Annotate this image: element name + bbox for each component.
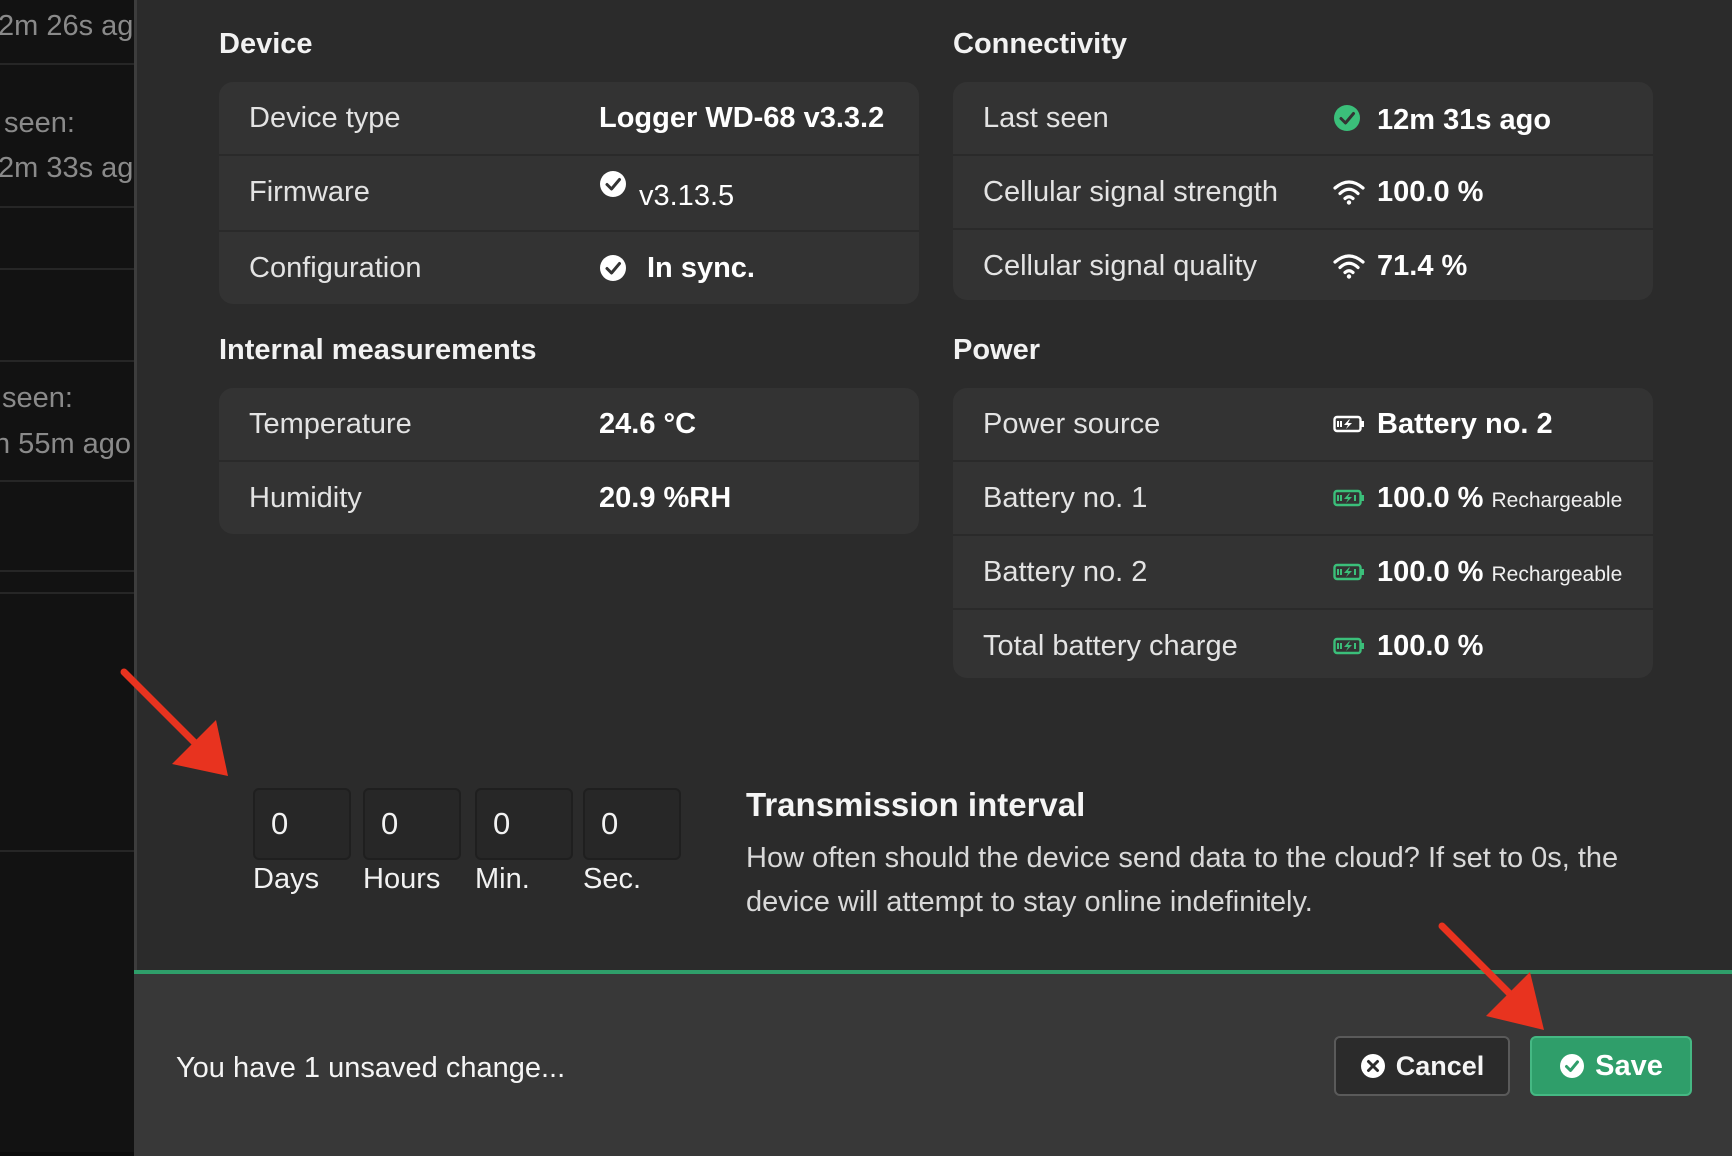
battery-percent: 100.0 %	[1377, 482, 1484, 514]
internal-measurements-title: Internal measurements	[219, 334, 537, 366]
divider	[0, 268, 134, 270]
battery-1-row: Battery no. 1 100.0 % Rechargeable	[953, 462, 1653, 536]
row-value: 20.9 %RH	[599, 482, 732, 514]
device-card: Device type Logger WD-68 v3.3.2 v3.13.5 …	[219, 82, 919, 304]
battery-type-note: Rechargeable	[1491, 489, 1623, 512]
row-label: Total battery charge	[983, 630, 1238, 662]
check-circle-icon	[1333, 82, 1361, 154]
list-item-label: seen:	[4, 107, 75, 139]
row-value: Battery no. 2	[1377, 408, 1553, 440]
transmission-interval-title: Transmission interval	[746, 786, 1086, 823]
row-label: Last seen	[983, 102, 1109, 134]
temperature-row: Temperature 24.6 °C	[219, 388, 919, 462]
list-item-label: seen:	[2, 382, 73, 414]
signal-quality-row: Cellular signal quality 71.4 %	[953, 230, 1653, 300]
divider	[0, 360, 134, 362]
signal-strength-row: Cellular signal strength 100.0 %	[953, 156, 1653, 230]
row-value: Logger WD-68 v3.3.2	[599, 102, 885, 134]
save-label: Save	[1595, 1049, 1663, 1082]
firmware-row: v3.13.5 Firmware	[219, 156, 919, 232]
hours-field[interactable]	[363, 788, 461, 860]
list-item-time: 2m 33s ag	[0, 152, 134, 184]
battery-2-row: Battery no. 2 100.0 % Rechargeable	[953, 536, 1653, 610]
days-label: Days	[253, 863, 320, 895]
seconds-field[interactable]	[583, 788, 681, 860]
row-label: Cellular signal quality	[983, 250, 1258, 282]
seconds-input[interactable]	[585, 790, 679, 858]
minutes-input[interactable]	[477, 790, 571, 858]
power-source-row: Power source Battery no. 2	[953, 388, 1653, 462]
divider	[0, 850, 134, 852]
last-seen-row: Last seen 12m 31s ago	[953, 82, 1653, 156]
row-label: Firmware	[249, 176, 370, 208]
cancel-button[interactable]: Cancel	[1334, 1036, 1510, 1096]
row-label: Battery no. 1	[983, 482, 1148, 514]
power-card: Power source Battery no. 2 Battery no. 1…	[953, 388, 1653, 678]
row-label: Humidity	[249, 482, 362, 514]
row-label: Device type	[249, 102, 401, 134]
row-label: Temperature	[249, 408, 412, 440]
row-value: v3.13.5	[639, 180, 735, 212]
background-device-list: 2m 26s ag seen: 2m 33s ag seen: h 55m ag…	[0, 0, 134, 1152]
battery-charging-icon	[1333, 610, 1365, 678]
annotation-arrow-icon	[120, 668, 228, 776]
row-value: 71.4 %	[1377, 250, 1468, 282]
row-value: 100.0 % Rechargeable	[1377, 536, 1622, 611]
minutes-field[interactable]	[475, 788, 573, 860]
battery-percent: 100.0 %	[1377, 556, 1484, 588]
minutes-label: Min.	[475, 863, 530, 895]
total-battery-row: Total battery charge 100.0 %	[953, 610, 1653, 678]
row-label: Battery no. 2	[983, 556, 1148, 588]
row-value: 100.0 % Rechargeable	[1377, 462, 1622, 537]
wifi-icon	[1333, 230, 1365, 300]
hours-input[interactable]	[365, 790, 459, 858]
divider	[0, 63, 134, 65]
configuration-row: Configuration In sync.	[219, 232, 919, 304]
connectivity-section-title: Connectivity	[953, 28, 1128, 60]
seconds-label: Sec.	[583, 863, 642, 895]
row-value: In sync.	[647, 252, 755, 284]
internal-measurements-card: Temperature 24.6 °C Humidity 20.9 %RH	[219, 388, 919, 534]
row-value: 100.0 %	[1377, 176, 1484, 208]
check-circle-icon	[599, 232, 627, 304]
row-value: 12m 31s ago	[1377, 104, 1552, 136]
power-section-title: Power	[953, 334, 1041, 366]
check-circle-icon	[1559, 1053, 1585, 1079]
device-section-title: Device	[219, 28, 313, 60]
days-field[interactable]	[253, 788, 351, 860]
days-input[interactable]	[255, 790, 349, 858]
hours-label: Hours	[363, 863, 441, 895]
device-type-row: Device type Logger WD-68 v3.3.2	[219, 82, 919, 156]
transmission-interval-description: How often should the device send data to…	[746, 842, 1619, 918]
annotation-arrow-icon	[1438, 922, 1544, 1030]
battery-type-note: Rechargeable	[1491, 563, 1623, 586]
battery-icon	[1333, 388, 1365, 460]
cancel-label: Cancel	[1395, 1050, 1485, 1081]
wifi-icon	[1333, 156, 1365, 228]
close-circle-icon	[1360, 1053, 1386, 1079]
divider	[0, 206, 134, 208]
list-item-time: h 55m ago	[0, 428, 132, 460]
divider	[0, 480, 134, 482]
row-label: Cellular signal strength	[983, 176, 1278, 208]
battery-charging-icon	[1333, 462, 1365, 534]
unsaved-changes-text: You have 1 unsaved change...	[176, 1052, 566, 1084]
list-item-time: 2m 26s ag	[0, 10, 134, 42]
row-value: 24.6 °C	[599, 408, 697, 440]
save-button[interactable]: Save	[1530, 1036, 1692, 1096]
humidity-row: Humidity 20.9 %RH	[219, 462, 919, 534]
divider	[0, 570, 134, 572]
check-circle-icon	[599, 148, 627, 220]
row-value: 100.0 %	[1377, 630, 1484, 662]
divider	[0, 592, 134, 594]
battery-charging-icon	[1333, 536, 1365, 608]
row-label: Power source	[983, 408, 1161, 440]
row-label: Configuration	[249, 252, 422, 284]
connectivity-card: Last seen 12m 31s ago Cellular signal st…	[953, 82, 1653, 300]
